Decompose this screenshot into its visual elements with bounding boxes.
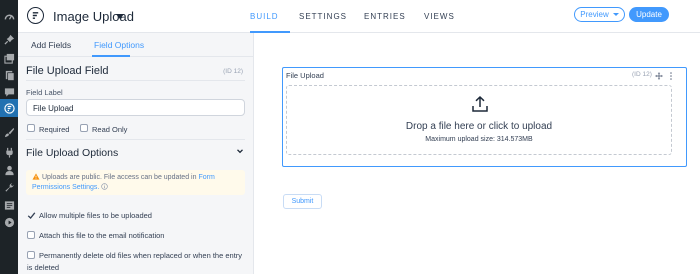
divider bbox=[26, 139, 245, 140]
read-only-checkbox[interactable] bbox=[80, 124, 88, 132]
allow-multiple-label: Allow multiple files to be uploaded bbox=[39, 211, 152, 220]
field-id: (ID 12) bbox=[632, 71, 652, 78]
attach-to-email-checkbox[interactable] bbox=[27, 231, 35, 239]
sidebar-tabs: Add Fields Field Options bbox=[18, 33, 254, 57]
tab-views[interactable]: VIEWS bbox=[424, 12, 455, 21]
max-upload-size: Maximum upload size: 314.573MB bbox=[425, 136, 533, 143]
tab-build[interactable]: BUILD bbox=[250, 12, 279, 21]
checkmark-icon bbox=[27, 212, 36, 219]
formidable-icon[interactable] bbox=[0, 99, 18, 117]
file-upload-options-heading[interactable]: File Upload Options bbox=[26, 147, 118, 159]
appearance-icon[interactable] bbox=[3, 126, 15, 138]
tools-icon[interactable] bbox=[3, 181, 15, 193]
dropzone-text: Drop a file here or click to upload bbox=[405, 121, 553, 132]
field-options-title: File Upload Field bbox=[26, 65, 109, 77]
field-options-sidebar: Add Fields Field Options File Upload Fie… bbox=[18, 33, 254, 274]
pages-icon[interactable] bbox=[3, 69, 15, 81]
field-label: File Upload bbox=[286, 71, 324, 80]
required-label: Required bbox=[39, 125, 70, 134]
file-dropzone[interactable]: Drop a file here or click to upload Maxi… bbox=[286, 85, 672, 155]
chevron-down-icon[interactable] bbox=[116, 14, 124, 19]
chevron-down-icon[interactable] bbox=[236, 147, 244, 155]
settings-icon[interactable] bbox=[3, 199, 15, 211]
comments-icon[interactable] bbox=[3, 86, 15, 98]
delete-old-files-label-cont: is deleted bbox=[27, 263, 60, 272]
move-icon[interactable] bbox=[655, 72, 663, 80]
preview-button[interactable]: Preview bbox=[574, 7, 625, 22]
notice-text: Uploads are public. File access can be u… bbox=[42, 174, 197, 181]
media-icon[interactable] bbox=[3, 52, 15, 64]
preview-label: Preview bbox=[580, 10, 609, 19]
field-label-input[interactable]: File Upload bbox=[26, 99, 245, 116]
dashboard-icon[interactable] bbox=[3, 11, 15, 23]
wp-admin-menu bbox=[0, 0, 18, 274]
info-icon[interactable] bbox=[101, 183, 109, 190]
field-id: (ID 12) bbox=[223, 68, 243, 75]
divider bbox=[26, 80, 245, 81]
allow-multiple-checkbox[interactable] bbox=[27, 211, 36, 219]
tab-settings[interactable]: SETTINGS bbox=[299, 12, 347, 21]
tab-entries[interactable]: ENTRIES bbox=[364, 12, 406, 21]
active-sidebar-tab-indicator bbox=[92, 55, 130, 57]
play-icon[interactable] bbox=[3, 216, 15, 228]
uploads-public-notice: Uploads are public. File access can be u… bbox=[26, 170, 245, 195]
delete-old-files-label: Permanently delete old files when replac… bbox=[39, 251, 243, 260]
warning-icon bbox=[32, 173, 40, 180]
attach-to-email-label: Attach this file to the email notificati… bbox=[39, 231, 165, 240]
tab-field-options[interactable]: Field Options bbox=[94, 40, 144, 50]
upload-icon bbox=[472, 95, 488, 112]
pin-icon[interactable] bbox=[3, 33, 15, 45]
read-only-label: Read Only bbox=[92, 125, 128, 134]
more-options-icon[interactable] bbox=[669, 72, 673, 80]
caret-down-icon bbox=[612, 13, 619, 16]
required-checkbox[interactable] bbox=[27, 124, 35, 132]
submit-button[interactable]: Submit bbox=[283, 194, 322, 209]
top-bar: Image Upload BUILD SETTINGS ENTRIES VIEW… bbox=[18, 0, 700, 33]
file-upload-field[interactable]: File Upload (ID 12) Drop a file here or … bbox=[282, 67, 687, 167]
tab-add-fields[interactable]: Add Fields bbox=[31, 40, 71, 50]
form-canvas: File Upload (ID 12) Drop a file here or … bbox=[255, 33, 700, 274]
update-button[interactable]: Update bbox=[629, 7, 669, 22]
formidable-logo-icon[interactable] bbox=[27, 7, 44, 24]
field-label-caption: Field Label bbox=[26, 88, 63, 97]
delete-old-files-checkbox[interactable] bbox=[27, 251, 35, 259]
plugins-icon[interactable] bbox=[3, 146, 15, 158]
users-icon[interactable] bbox=[3, 164, 15, 176]
